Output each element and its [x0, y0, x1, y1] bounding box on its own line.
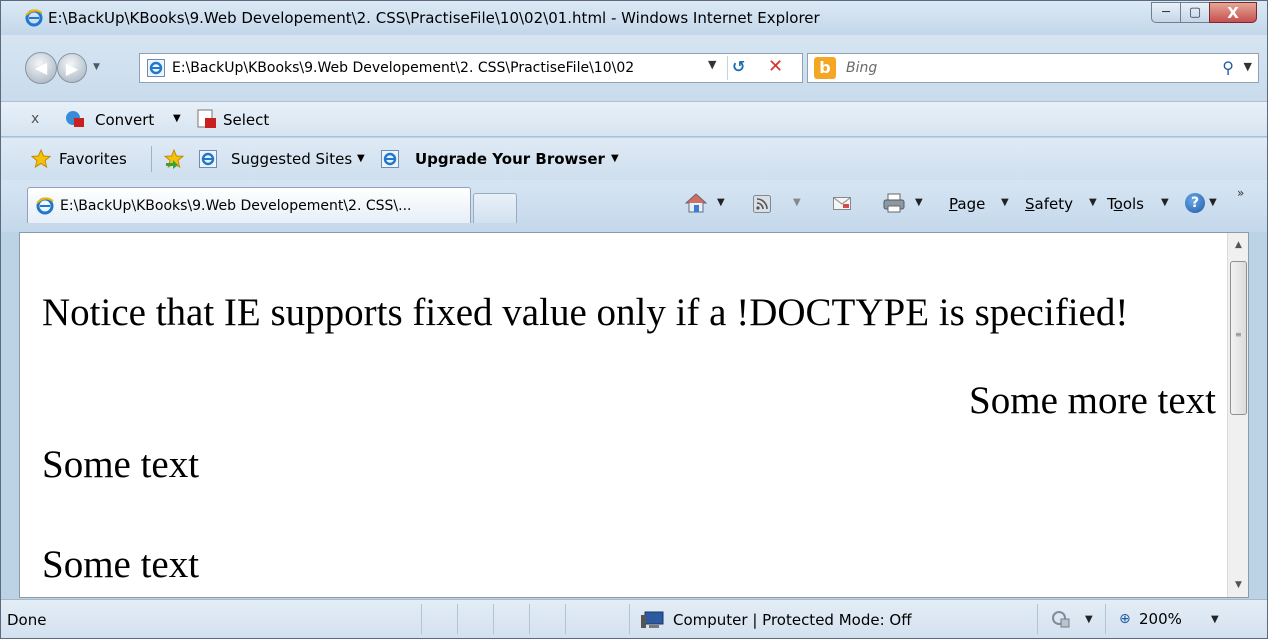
status-divider — [1105, 604, 1106, 634]
ie-icon — [25, 9, 43, 27]
convert-dropdown-icon[interactable]: ▼ — [173, 113, 181, 124]
status-divider — [565, 604, 566, 634]
favorites-bar: Favorites Suggested Sites ▼ Upgrade Your… — [1, 138, 1267, 180]
status-divider — [457, 604, 458, 634]
select-button[interactable]: Select — [223, 111, 269, 129]
stop-icon[interactable]: ✕ — [768, 56, 783, 77]
favorites-divider — [151, 146, 152, 172]
tab-bar: E:\BackUp\KBooks\9.Web Developement\2. C… — [1, 180, 1267, 232]
ie-page-icon — [147, 59, 165, 77]
fixed-position-text: Some more text — [969, 379, 1216, 422]
minimize-button[interactable]: ─ — [1151, 2, 1181, 23]
more-commands-chevron-icon[interactable]: » — [1237, 186, 1244, 200]
tools-menu-label-prefix: T — [1107, 195, 1114, 213]
forward-button[interactable]: ▶ — [57, 53, 87, 83]
page-menu-label: age — [957, 195, 986, 213]
refresh-icon[interactable]: ↺ — [732, 57, 745, 76]
zoom-icon[interactable]: ⊕ — [1119, 611, 1131, 627]
address-dropdown-icon[interactable]: ▼ — [708, 58, 716, 71]
address-bar[interactable]: E:\BackUp\KBooks\9.Web Developement\2. C… — [139, 53, 803, 83]
ie-icon — [199, 150, 217, 168]
select-icon — [197, 109, 216, 128]
tools-menu-label: ols — [1122, 195, 1144, 213]
page-dropdown-icon[interactable]: ▼ — [1001, 197, 1009, 208]
zoom-level[interactable]: 200% — [1139, 610, 1182, 628]
safety-dropdown-icon[interactable]: ▼ — [1089, 197, 1097, 208]
close-button[interactable]: X — [1209, 2, 1257, 23]
vertical-scrollbar[interactable]: ▲ ≡ ▼ — [1227, 233, 1248, 597]
status-divider — [529, 604, 530, 634]
new-tab-button[interactable] — [473, 193, 517, 223]
tab-title: E:\BackUp\KBooks\9.Web Developement\2. C… — [60, 198, 412, 214]
window-controls: ─ ▢ X — [1151, 2, 1257, 23]
help-dropdown-icon[interactable]: ▼ — [1209, 197, 1217, 208]
scrollbar-grip-icon: ≡ — [1235, 330, 1242, 339]
address-divider — [727, 56, 728, 80]
safety-menu[interactable]: Safety — [1025, 195, 1073, 213]
scroll-down-arrow-icon[interactable]: ▼ — [1228, 575, 1248, 595]
back-arrow-icon: ◀ — [34, 58, 48, 77]
home-dropdown-icon[interactable]: ▼ — [717, 197, 725, 208]
favorites-button[interactable]: Favorites — [59, 150, 127, 168]
browser-window: E:\BackUp\KBooks\9.Web Developement\2. C… — [0, 0, 1268, 639]
security-dropdown-icon[interactable]: ▼ — [1085, 614, 1093, 625]
upgrade-browser-dropdown-icon[interactable]: ▼ — [611, 153, 619, 164]
status-divider — [1037, 604, 1038, 634]
status-bar: Done Computer | Protected Mode: Off ▼ ⊕ … — [1, 599, 1267, 638]
rss-dropdown-icon[interactable]: ▼ — [793, 197, 801, 208]
scrollbar-thumb[interactable]: ≡ — [1230, 261, 1247, 415]
bing-logo-icon: b — [814, 57, 836, 79]
window-title: E:\BackUp\KBooks\9.Web Developement\2. C… — [48, 9, 820, 27]
forward-arrow-icon: ▶ — [65, 59, 79, 78]
computer-zone-icon — [641, 611, 664, 628]
help-icon[interactable]: ? — [1185, 193, 1205, 213]
back-button[interactable]: ◀ — [25, 52, 57, 84]
ie-icon — [381, 150, 399, 168]
search-box[interactable]: b Bing ⚲ ▼ — [807, 53, 1259, 83]
search-options-dropdown-icon[interactable]: ▼ — [1244, 60, 1252, 73]
mail-icon[interactable] — [833, 197, 851, 210]
recent-pages-dropdown-icon[interactable]: ▼ — [93, 62, 100, 72]
tools-menu[interactable]: Tools — [1107, 195, 1144, 213]
safety-menu-label: afety — [1034, 195, 1073, 213]
suggested-sites-link[interactable]: Suggested Sites — [231, 150, 352, 168]
paragraph-text: Some text — [42, 443, 200, 486]
tab-active[interactable]: E:\BackUp\KBooks\9.Web Developement\2. C… — [27, 187, 471, 223]
status-divider — [421, 604, 422, 634]
status-text: Done — [7, 611, 47, 629]
tools-menu-accesskey: o — [1113, 195, 1123, 213]
ie-icon — [36, 197, 54, 215]
suggested-sites-dropdown-icon[interactable]: ▼ — [357, 153, 365, 164]
pdf-toolbar: x Convert ▼ Select — [1, 101, 1267, 137]
page-viewport: Notice that IE supports fixed value only… — [19, 232, 1249, 598]
tools-dropdown-icon[interactable]: ▼ — [1161, 197, 1169, 208]
print-dropdown-icon[interactable]: ▼ — [915, 197, 923, 208]
close-toolbar-icon[interactable]: x — [31, 111, 39, 127]
status-divider — [493, 604, 494, 634]
paragraph-text: Some text — [42, 543, 200, 586]
convert-icon — [66, 111, 84, 127]
favorites-star-icon — [31, 149, 51, 169]
zoom-dropdown-icon[interactable]: ▼ — [1211, 614, 1219, 625]
notice-paragraph: Notice that IE supports fixed value only… — [42, 291, 1129, 334]
rss-icon[interactable] — [753, 195, 771, 213]
upgrade-browser-link[interactable]: Upgrade Your Browser — [415, 150, 605, 168]
add-to-favorites-icon[interactable] — [163, 149, 185, 169]
navigation-bar: ◀ ▶ ▼ E:\BackUp\KBooks\9.Web Developemen… — [1, 35, 1267, 101]
print-icon[interactable] — [883, 193, 905, 213]
maximize-button[interactable]: ▢ — [1180, 2, 1210, 23]
search-input[interactable]: Bing — [846, 60, 877, 76]
convert-button[interactable]: Convert — [95, 111, 154, 129]
security-lock-icon[interactable] — [1051, 609, 1071, 629]
status-divider — [629, 604, 630, 634]
title-bar: E:\BackUp\KBooks\9.Web Developement\2. C… — [1, 1, 1267, 35]
scroll-up-arrow-icon[interactable]: ▲ — [1228, 235, 1248, 255]
page-menu[interactable]: Page — [949, 195, 985, 213]
security-zone-text[interactable]: Computer | Protected Mode: Off — [673, 611, 912, 629]
home-icon[interactable] — [685, 193, 707, 213]
safety-menu-accesskey: S — [1025, 195, 1035, 213]
address-input[interactable]: E:\BackUp\KBooks\9.Web Developement\2. C… — [172, 60, 700, 76]
search-icon[interactable]: ⚲ — [1222, 58, 1234, 77]
